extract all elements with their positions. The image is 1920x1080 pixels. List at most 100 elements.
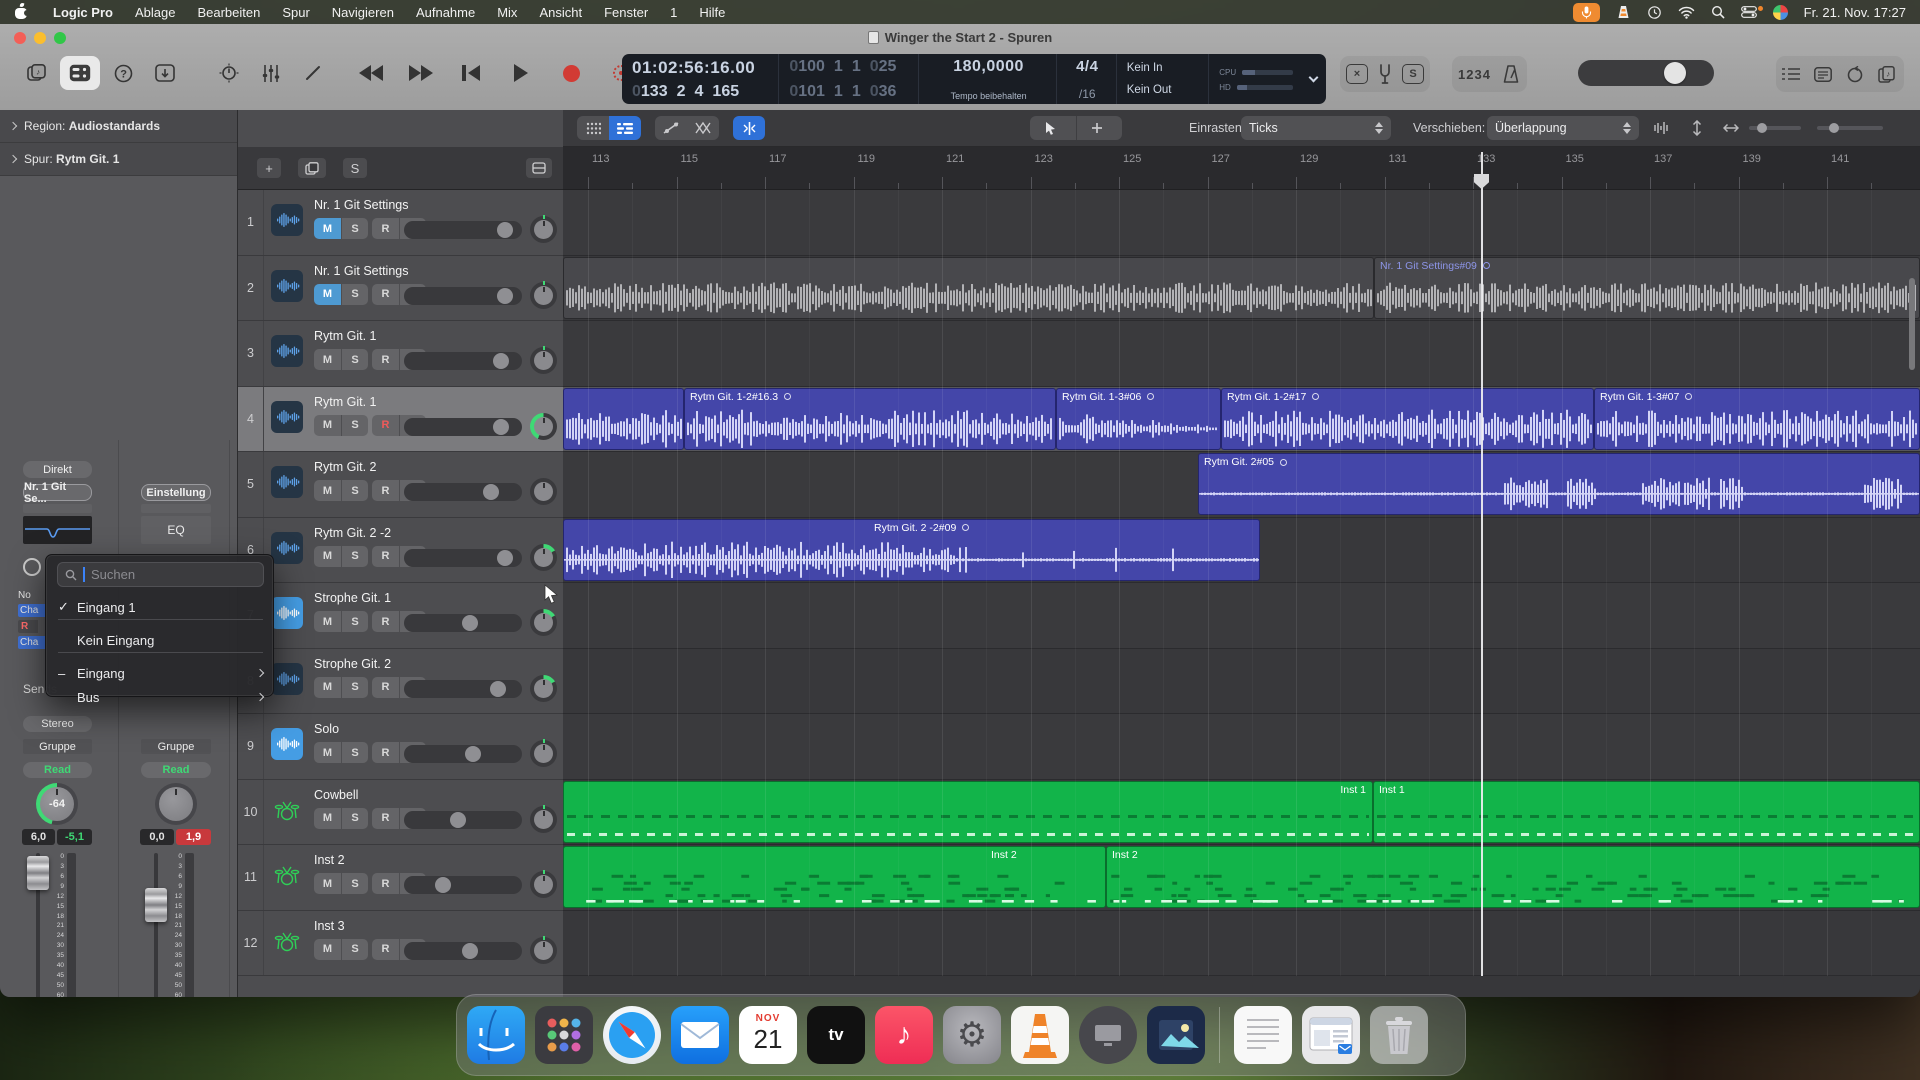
track-name[interactable]: Solo [314, 722, 339, 736]
track-lane-2[interactable]: Nr. 1 Git Settings#09 [563, 256, 1920, 322]
midi-fx-sliver[interactable]: No [18, 590, 31, 601]
quick-help-button[interactable]: ? [104, 56, 142, 90]
record-arm-button[interactable]: R [372, 742, 399, 763]
horizontal-zoom-icon[interactable] [1715, 116, 1747, 140]
disclosure-icon[interactable] [9, 122, 17, 130]
apple-menu-icon[interactable] [14, 5, 28, 19]
menu-ansicht[interactable]: Ansicht [528, 5, 593, 20]
smart-controls-button[interactable] [146, 56, 184, 90]
flex-icon[interactable] [687, 116, 719, 140]
audio-region[interactable]: Rytm Git. 2 -2#09 [563, 519, 1260, 581]
einstellung-button[interactable]: Einstellung [141, 484, 211, 501]
drag-mode-dropdown[interactable]: Überlappung [1487, 116, 1639, 140]
direkt-button[interactable]: Direkt [23, 461, 92, 478]
drum-track-icon[interactable] [271, 925, 303, 957]
input-ring-button[interactable] [23, 558, 41, 576]
volume-slider[interactable] [404, 614, 522, 632]
zoom-slider-vertical[interactable] [1749, 126, 1801, 130]
pencil-tool-button[interactable] [294, 56, 332, 90]
dock-icon-screen-sharing[interactable] [1079, 1006, 1137, 1064]
track-lane-7[interactable] [563, 583, 1920, 649]
record-arm-button[interactable]: R [372, 218, 399, 239]
track-lane-9[interactable] [563, 714, 1920, 780]
track-lane-5[interactable]: Rytm Git. 2#05 [563, 452, 1920, 518]
track-name[interactable]: Rytm Git. 2 [314, 460, 377, 474]
dock-icon-launchpad[interactable] [535, 1006, 593, 1064]
pan-knob[interactable] [530, 871, 557, 898]
dock-icon-document[interactable] [1234, 1006, 1292, 1064]
audio-track-icon[interactable] [271, 597, 303, 629]
spotlight-icon[interactable] [1711, 5, 1725, 19]
track-header-7[interactable]: 7Strophe Git. 1MSRI [238, 583, 563, 649]
list-editors-icon[interactable] [1782, 67, 1800, 81]
track-header-2[interactable]: 2Nr. 1 Git SettingsMSRI [238, 256, 563, 322]
count-in-button[interactable]: 1234 [1458, 67, 1491, 82]
record-arm-button[interactable]: R [372, 939, 399, 960]
pan-knob[interactable] [530, 282, 557, 309]
mixer-button[interactable] [252, 56, 290, 90]
record-button[interactable] [552, 56, 590, 90]
audio-track-icon[interactable] [271, 401, 303, 433]
pan-knob[interactable] [530, 740, 557, 767]
mute-button[interactable]: M [314, 873, 341, 894]
catch-playhead-icon[interactable] [733, 116, 765, 140]
solo-button[interactable]: S [341, 218, 368, 239]
media-browser-icon[interactable]: ♪ [1878, 66, 1898, 83]
mute-button[interactable]: M [314, 218, 341, 239]
solo-button[interactable]: S [341, 677, 368, 698]
menu-aufnahme[interactable]: Aufnahme [405, 5, 486, 20]
track-inspector-header[interactable]: Spur: Rytm Git. 1 [0, 143, 237, 176]
track-header-11[interactable]: 11Inst 2MSRI [238, 845, 563, 911]
record-arm-button[interactable]: R [372, 808, 399, 829]
track-name[interactable]: Rytm Git. 1 [314, 395, 377, 409]
track-name[interactable]: Rytm Git. 2 -2 [314, 526, 391, 540]
fader-thumb-left[interactable] [27, 856, 49, 890]
volume-slider[interactable] [404, 483, 522, 501]
control-center-icon[interactable] [1741, 6, 1757, 18]
pan-knob-left[interactable]: -64 [36, 783, 78, 825]
track-lane-3[interactable] [563, 321, 1920, 387]
audio-track-icon[interactable] [271, 270, 303, 302]
menu-app[interactable]: Logic Pro [42, 5, 124, 20]
record-arm-button[interactable]: R [372, 611, 399, 632]
plugin-sliver[interactable]: R [18, 620, 38, 633]
menu-fenster[interactable]: Fenster [593, 5, 659, 20]
menu-item-bus[interactable]: Bus [46, 685, 273, 709]
dock-icon-safari[interactable] [603, 1006, 661, 1064]
volume-slider[interactable] [404, 287, 522, 305]
track-name[interactable]: Nr. 1 Git Settings [314, 198, 408, 212]
format-stereo-button[interactable]: Stereo [23, 716, 92, 732]
track-list-view-icon[interactable] [609, 116, 641, 140]
audio-track-icon[interactable] [271, 728, 303, 760]
dock-icon-photos-dark[interactable] [1147, 1006, 1205, 1064]
automation-icon[interactable] [655, 116, 687, 140]
play-button[interactable] [502, 56, 540, 90]
group-slot-left[interactable]: Gruppe [23, 739, 92, 754]
global-solo-button[interactable]: S [343, 158, 367, 178]
solo-mode-icon[interactable]: S [1402, 64, 1424, 84]
gain-strip[interactable] [23, 504, 92, 513]
patch-setting-button[interactable]: Nr. 1 Git Se... [23, 484, 92, 501]
audio-region[interactable]: Rytm Git. 1-2#16.3 [684, 388, 1056, 450]
dock-icon-trash[interactable] [1370, 1006, 1428, 1064]
fader-thumb-right[interactable] [145, 888, 167, 922]
solo-button[interactable]: S [341, 284, 368, 305]
mute-button[interactable]: M [314, 611, 341, 632]
menu-item-kein-eingang[interactable]: Kein Eingang [46, 628, 273, 652]
lcd-time-position[interactable]: 01:02:56:16.00 0133 2 4 165 [622, 54, 779, 104]
audio-region[interactable]: Rytm Git. 2#05 [1198, 453, 1920, 515]
track-header-5[interactable]: 5Rytm Git. 2MSRI [238, 452, 563, 518]
track-lane-10[interactable]: Inst 1Inst 1 [563, 780, 1920, 846]
automation-read-left[interactable]: Read [23, 762, 92, 778]
solo-button[interactable]: S [341, 480, 368, 501]
mute-button[interactable]: M [314, 939, 341, 960]
note-pads-icon[interactable] [1814, 67, 1832, 82]
menu-item-eingang-1[interactable]: ✓Eingang 1 [46, 595, 273, 619]
pointer-tool-button[interactable] [1030, 116, 1076, 140]
track-header-3[interactable]: 3Rytm Git. 1MSRI [238, 321, 563, 387]
dock-icon-mail[interactable] [671, 1006, 729, 1064]
audio-region[interactable]: Nr. 1 Git Settings#09 [1374, 257, 1920, 319]
solo-button[interactable]: S [341, 349, 368, 370]
eq-slot-button[interactable]: EQ [141, 516, 211, 544]
mute-button[interactable]: M [314, 546, 341, 567]
